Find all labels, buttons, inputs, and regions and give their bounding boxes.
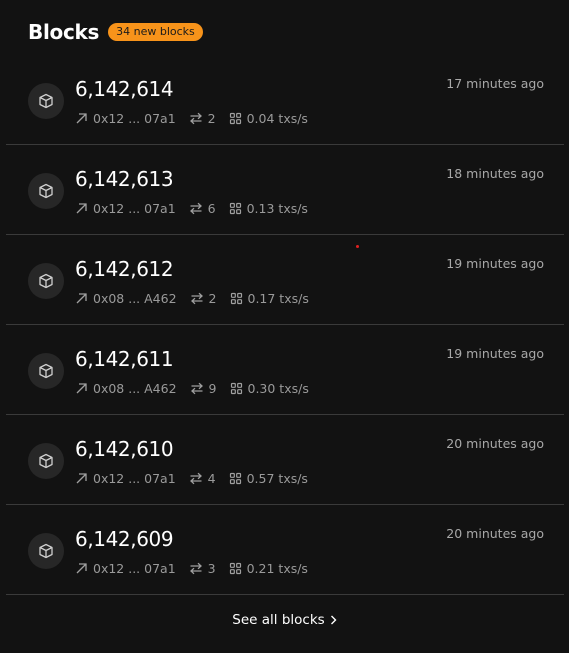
arrow-up-right-icon xyxy=(75,382,88,395)
see-all-blocks-link[interactable]: See all blocks xyxy=(232,612,337,628)
block-height[interactable]: 6,142,611 xyxy=(75,347,174,371)
block-age: 17 minutes ago xyxy=(446,76,544,91)
tx-count: 6 xyxy=(207,201,216,216)
rate-segment: 0.13 txs/s xyxy=(229,201,308,216)
rate-segment: 0.04 txs/s xyxy=(229,111,308,126)
chevron-right-icon xyxy=(330,615,337,625)
page-title: Blocks xyxy=(28,20,100,44)
swap-arrows-icon xyxy=(190,292,204,305)
block-height[interactable]: 6,142,614 xyxy=(75,77,174,101)
swap-arrows-icon xyxy=(189,562,203,575)
tx-count: 3 xyxy=(207,561,216,576)
block-age: 20 minutes ago xyxy=(446,436,544,451)
block-row[interactable]: 6,142,611 0x08 ... A462 9 0.30 txs/s 19 … xyxy=(6,325,564,415)
footer: See all blocks xyxy=(0,612,569,628)
miner-segment[interactable]: 0x08 ... A462 xyxy=(75,381,177,396)
tx-count: 4 xyxy=(207,471,216,486)
tx-segment: 9 xyxy=(190,381,217,396)
rate-segment: 0.30 txs/s xyxy=(230,381,309,396)
block-row[interactable]: 6,142,614 0x12 ... 07a1 2 0.04 txs/s 17 … xyxy=(6,55,564,145)
block-row[interactable]: 6,142,610 0x12 ... 07a1 4 0.57 txs/s 20 … xyxy=(6,415,564,505)
arrow-up-right-icon xyxy=(75,112,88,125)
blocks-panel: Blocks 34 new blocks 6,142,614 0x12 ... … xyxy=(0,0,569,653)
grid-icon xyxy=(229,112,242,125)
block-height[interactable]: 6,142,609 xyxy=(75,527,174,551)
swap-arrows-icon xyxy=(189,202,203,215)
rate-segment: 0.21 txs/s xyxy=(229,561,308,576)
tx-segment: 2 xyxy=(190,291,217,306)
tx-count: 2 xyxy=(208,291,217,306)
grid-icon xyxy=(230,292,243,305)
tx-count: 9 xyxy=(208,381,217,396)
blocks-list: 6,142,614 0x12 ... 07a1 2 0.04 txs/s 17 … xyxy=(6,55,564,595)
see-all-blocks-label: See all blocks xyxy=(232,612,325,628)
miner-segment[interactable]: 0x12 ... 07a1 xyxy=(75,471,176,486)
tx-segment: 2 xyxy=(189,111,216,126)
rate-segment: 0.57 txs/s xyxy=(229,471,308,486)
miner-segment[interactable]: 0x12 ... 07a1 xyxy=(75,201,176,216)
cube-icon xyxy=(28,263,64,299)
block-age: 20 minutes ago xyxy=(446,526,544,541)
block-meta: 0x08 ... A462 2 0.17 txs/s xyxy=(75,291,322,306)
rate-segment: 0.17 txs/s xyxy=(230,291,309,306)
miner-address[interactable]: 0x12 ... 07a1 xyxy=(93,561,176,576)
new-blocks-badge[interactable]: 34 new blocks xyxy=(108,23,203,41)
cube-icon xyxy=(28,83,64,119)
block-meta: 0x12 ... 07a1 6 0.13 txs/s xyxy=(75,201,321,216)
swap-arrows-icon xyxy=(190,382,204,395)
block-row[interactable]: 6,142,613 0x12 ... 07a1 6 0.13 txs/s 18 … xyxy=(6,145,564,235)
grid-icon xyxy=(230,382,243,395)
arrow-up-right-icon xyxy=(75,202,88,215)
block-meta: 0x08 ... A462 9 0.30 txs/s xyxy=(75,381,322,396)
tx-rate: 0.30 txs/s xyxy=(247,381,309,396)
tx-rate: 0.13 txs/s xyxy=(246,201,308,216)
arrow-up-right-icon xyxy=(75,562,88,575)
block-meta: 0x12 ... 07a1 3 0.21 txs/s xyxy=(75,561,321,576)
miner-segment[interactable]: 0x12 ... 07a1 xyxy=(75,561,176,576)
block-row[interactable]: 6,142,609 0x12 ... 07a1 3 0.21 txs/s 20 … xyxy=(6,505,564,595)
red-dot xyxy=(356,245,359,248)
tx-segment: 4 xyxy=(189,471,216,486)
block-height[interactable]: 6,142,613 xyxy=(75,167,174,191)
cube-icon xyxy=(28,443,64,479)
grid-icon xyxy=(229,562,242,575)
tx-segment: 3 xyxy=(189,561,216,576)
block-meta: 0x12 ... 07a1 2 0.04 txs/s xyxy=(75,111,321,126)
miner-segment[interactable]: 0x08 ... A462 xyxy=(75,291,177,306)
grid-icon xyxy=(229,202,242,215)
tx-rate: 0.17 txs/s xyxy=(247,291,309,306)
miner-address[interactable]: 0x12 ... 07a1 xyxy=(93,201,176,216)
tx-segment: 6 xyxy=(189,201,216,216)
cube-icon xyxy=(28,533,64,569)
tx-rate: 0.04 txs/s xyxy=(246,111,308,126)
miner-address[interactable]: 0x12 ... 07a1 xyxy=(93,111,176,126)
miner-address[interactable]: 0x08 ... A462 xyxy=(93,381,177,396)
arrow-up-right-icon xyxy=(75,472,88,485)
cube-icon xyxy=(28,173,64,209)
miner-address[interactable]: 0x08 ... A462 xyxy=(93,291,177,306)
grid-icon xyxy=(229,472,242,485)
arrow-up-right-icon xyxy=(75,292,88,305)
block-age: 19 minutes ago xyxy=(446,256,544,271)
swap-arrows-icon xyxy=(189,112,203,125)
block-height[interactable]: 6,142,610 xyxy=(75,437,174,461)
tx-count: 2 xyxy=(207,111,216,126)
block-height[interactable]: 6,142,612 xyxy=(75,257,174,281)
miner-segment[interactable]: 0x12 ... 07a1 xyxy=(75,111,176,126)
tx-rate: 0.57 txs/s xyxy=(246,471,308,486)
cube-icon xyxy=(28,353,64,389)
block-meta: 0x12 ... 07a1 4 0.57 txs/s xyxy=(75,471,321,486)
blocks-header: Blocks 34 new blocks xyxy=(28,18,203,46)
block-age: 18 minutes ago xyxy=(446,166,544,181)
block-age: 19 minutes ago xyxy=(446,346,544,361)
swap-arrows-icon xyxy=(189,472,203,485)
miner-address[interactable]: 0x12 ... 07a1 xyxy=(93,471,176,486)
tx-rate: 0.21 txs/s xyxy=(246,561,308,576)
block-row[interactable]: 6,142,612 0x08 ... A462 2 0.17 txs/s 19 … xyxy=(6,235,564,325)
